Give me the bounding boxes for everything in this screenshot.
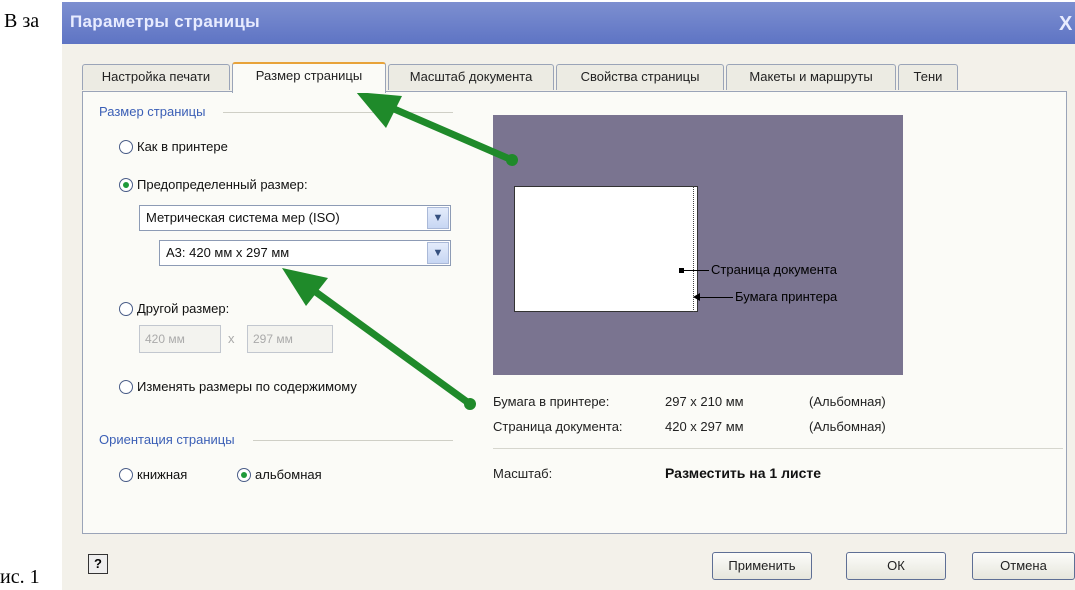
- radio-landscape-label: альбомная: [255, 467, 322, 482]
- size-separator: x: [228, 331, 235, 346]
- measurement-system-value: Метрическая система мер (ISO): [146, 210, 340, 225]
- radio-portrait-label: книжная: [137, 467, 188, 482]
- radio-predefined-size-label: Предопределенный размер:: [137, 177, 308, 192]
- tab-page-size[interactable]: Размер страницы: [232, 62, 386, 93]
- cancel-button[interactable]: Отмена: [972, 552, 1075, 580]
- custom-width-input[interactable]: 420 мм: [139, 325, 221, 353]
- document-page-callout: Страница документа: [711, 262, 837, 277]
- document-page-orientation: (Альбомная): [809, 419, 886, 434]
- document-page-shape: [514, 186, 698, 312]
- printer-paper-callout: Бумага принтера: [735, 289, 838, 304]
- callout-line: [699, 297, 733, 298]
- tab-print-setup[interactable]: Настройка печати: [82, 64, 230, 90]
- info-divider: [493, 448, 1063, 449]
- radio-predefined-size[interactable]: [119, 178, 133, 192]
- tab-panel-page-size: Размер страницы Как в принтере Предопред…: [82, 91, 1067, 534]
- chevron-down-icon[interactable]: ▼: [427, 242, 449, 264]
- document-page-label: Страница документа:: [493, 419, 623, 434]
- group-divider: [253, 440, 453, 441]
- printer-paper-size: 297 x 210 мм: [665, 394, 744, 409]
- radio-as-printer-label: Как в принтере: [137, 139, 228, 154]
- paper-size-select[interactable]: А3: 420 мм x 297 мм ▼: [159, 240, 451, 266]
- document-text-fragment: В за: [4, 10, 40, 32]
- radio-portrait[interactable]: [119, 468, 133, 482]
- radio-fit-to-contents-label: Изменять размеры по содержимому: [137, 379, 357, 394]
- custom-height-input[interactable]: 297 мм: [247, 325, 333, 353]
- radio-fit-to-contents[interactable]: [119, 380, 133, 394]
- ok-button[interactable]: ОК: [846, 552, 946, 580]
- apply-button[interactable]: Применить: [712, 552, 812, 580]
- radio-landscape[interactable]: [237, 468, 251, 482]
- printer-paper-orientation: (Альбомная): [809, 394, 886, 409]
- tab-layouts-routes[interactable]: Макеты и маршруты: [726, 64, 896, 90]
- figure-caption-fragment: ис. 1: [0, 566, 40, 588]
- measurement-system-select[interactable]: Метрическая система мер (ISO) ▼: [139, 205, 451, 231]
- callout-line: [683, 270, 709, 271]
- help-icon[interactable]: ?: [88, 554, 108, 574]
- printer-paper-label: Бумага в принтере:: [493, 394, 610, 409]
- group-divider: [223, 112, 453, 113]
- title-bar[interactable]: Параметры страницы X: [62, 2, 1075, 44]
- document-page-size: 420 x 297 мм: [665, 419, 744, 434]
- page-setup-dialog: Параметры страницы X Настройка печати Ра…: [62, 2, 1075, 590]
- scale-label: Масштаб:: [493, 466, 553, 481]
- radio-custom-size-label: Другой размер:: [137, 301, 230, 316]
- paper-size-value: А3: 420 мм x 297 мм: [166, 245, 290, 260]
- dialog-title: Параметры страницы: [70, 12, 260, 31]
- tab-page-properties[interactable]: Свойства страницы: [556, 64, 724, 90]
- tab-document-scale[interactable]: Масштаб документа: [388, 64, 554, 90]
- tab-shadows[interactable]: Тени: [898, 64, 958, 90]
- radio-custom-size[interactable]: [119, 302, 133, 316]
- orientation-group-title: Ориентация страницы: [99, 432, 235, 447]
- chevron-down-icon[interactable]: ▼: [427, 207, 449, 229]
- scale-value: Разместить на 1 листе: [665, 465, 822, 481]
- page-size-group-title: Размер страницы: [99, 104, 206, 119]
- radio-as-printer[interactable]: [119, 140, 133, 154]
- close-icon[interactable]: X: [1059, 12, 1075, 36]
